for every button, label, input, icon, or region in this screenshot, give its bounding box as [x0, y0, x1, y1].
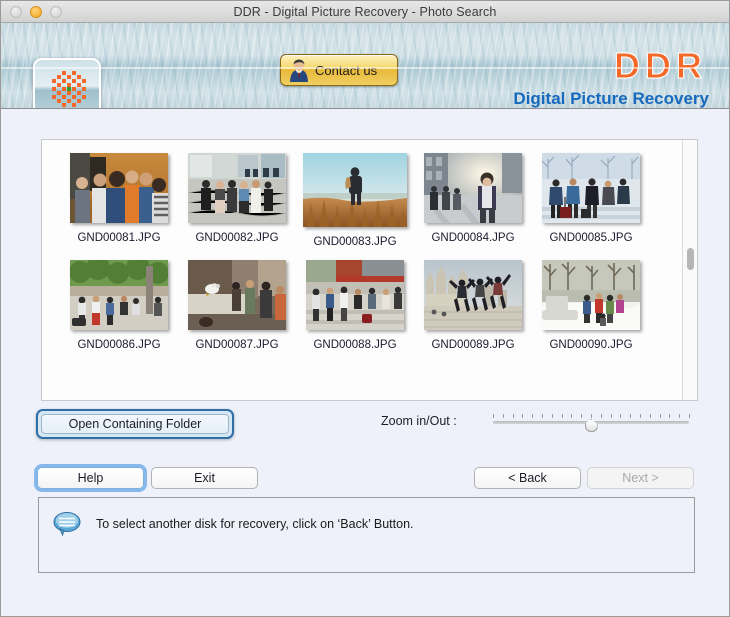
title-bar: DDR - Digital Picture Recovery - Photo S… — [1, 1, 729, 23]
status-message-text: To select another disk for recovery, cli… — [96, 517, 414, 531]
thumbnail-filename: GND00088.JPG — [313, 339, 397, 351]
thumbnail-panel: GND00081.JPG GND00082.JPG GND00083.JPG G… — [41, 139, 698, 401]
thumbnail-item[interactable]: GND00090.JPG — [532, 260, 650, 351]
ddr-logo-subtitle: Digital Picture Recovery — [513, 89, 709, 108]
app-logo-icon — [33, 58, 101, 108]
thumbnail-item[interactable]: GND00088.JPG — [296, 260, 414, 351]
pixel-flower-icon — [47, 69, 87, 108]
zoom-slider-ticks — [493, 414, 690, 419]
help-button[interactable]: Help — [37, 467, 144, 489]
thumbnail-filename: GND00083.JPG — [313, 236, 397, 248]
zoom-slider-label: Zoom in/Out : — [381, 414, 457, 428]
speech-bubble-icon — [53, 511, 83, 537]
app-window: DDR - Digital Picture Recovery - Photo S… — [0, 0, 730, 617]
thumbnail-image[interactable] — [424, 153, 522, 223]
thumbnail-image[interactable] — [70, 260, 168, 330]
main-content: GND00081.JPG GND00082.JPG GND00083.JPG G… — [1, 109, 729, 616]
thumbnail-item[interactable]: GND00089.JPG — [414, 260, 532, 351]
thumbnail-image[interactable] — [303, 153, 407, 227]
status-message-box: To select another disk for recovery, cli… — [38, 497, 695, 573]
thumbnail-image[interactable] — [542, 260, 640, 330]
thumbnail-item[interactable]: GND00081.JPG — [60, 153, 178, 248]
thumbnail-filename: GND00089.JPG — [431, 339, 515, 351]
thumbnail-filename: GND00086.JPG — [77, 339, 161, 351]
thumbnail-item[interactable]: GND00085.JPG — [532, 153, 650, 248]
thumbnail-image[interactable] — [424, 260, 522, 330]
next-button: Next > — [587, 467, 694, 489]
thumbnail-scroll-area: GND00081.JPG GND00082.JPG GND00083.JPG G… — [42, 140, 681, 400]
thumbnail-image[interactable] — [188, 260, 286, 330]
thumbnail-filename: GND00085.JPG — [549, 232, 633, 244]
thumbnail-item[interactable]: GND00087.JPG — [178, 260, 296, 351]
exit-button[interactable]: Exit — [151, 467, 258, 489]
thumbnail-item[interactable]: GND00084.JPG — [414, 153, 532, 248]
thumbnail-scrollbar[interactable] — [682, 140, 697, 400]
back-button[interactable]: < Back — [474, 467, 581, 489]
thumbnail-filename: GND00082.JPG — [195, 232, 279, 244]
ddr-logo-text: DDR — [614, 45, 707, 87]
thumbnail-image[interactable] — [70, 153, 168, 223]
open-containing-folder-wrapper: Open Containing Folder — [36, 409, 234, 439]
thumbnail-image[interactable] — [542, 153, 640, 223]
thumbnail-item[interactable]: GND00083.JPG — [296, 153, 414, 248]
contact-us-label: Contact us — [315, 62, 378, 78]
open-containing-folder-button[interactable]: Open Containing Folder — [41, 414, 229, 434]
scrollbar-thumb[interactable] — [687, 248, 694, 270]
thumbnail-item[interactable]: GND00086.JPG — [60, 260, 178, 351]
thumbnail-row: GND00086.JPG GND00087.JPG GND00088.JPG G… — [42, 260, 681, 351]
thumbnail-filename: GND00084.JPG — [431, 232, 515, 244]
window-title: DDR - Digital Picture Recovery - Photo S… — [233, 4, 497, 19]
thumbnail-filename: GND00090.JPG — [549, 339, 633, 351]
thumbnail-filename: GND00087.JPG — [195, 339, 279, 351]
thumbnail-filename: GND00081.JPG — [77, 232, 161, 244]
thumbnail-row: GND00081.JPG GND00082.JPG GND00083.JPG G… — [42, 153, 681, 248]
thumbnail-item[interactable]: GND00082.JPG — [178, 153, 296, 248]
contact-us-button[interactable]: Contact us — [280, 54, 398, 86]
thumbnail-image[interactable] — [188, 153, 286, 223]
zoom-slider[interactable] — [493, 414, 690, 432]
header-banner: Contact us DDR Digital Picture Recovery — [1, 23, 729, 109]
thumbnail-image[interactable] — [306, 260, 404, 330]
person-avatar-icon — [286, 57, 312, 83]
